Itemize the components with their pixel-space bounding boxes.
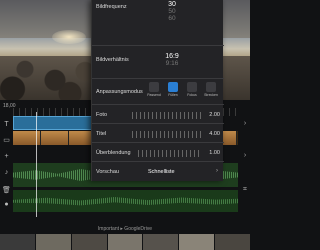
chevron-right-icon[interactable]: › xyxy=(240,120,250,127)
media-thumbnail[interactable] xyxy=(143,234,179,250)
crossfade-row: Überblendung 1.00 xyxy=(92,144,224,162)
chevron-right-icon: › xyxy=(216,168,218,174)
fit-mode-stretch[interactable]: Strecken xyxy=(204,82,218,97)
add-icon[interactable]: + xyxy=(2,152,11,161)
fit-mode-label: Anpassungsmodus xyxy=(96,89,143,95)
chevron-right-icon[interactable]: › xyxy=(240,152,250,159)
video-icon[interactable]: ▭ xyxy=(2,136,11,145)
text-icon[interactable]: T xyxy=(2,120,11,129)
frame-rate-row: Bildfrequenz 30 50 60 xyxy=(92,0,224,46)
frame-rate-option[interactable]: 60 xyxy=(142,15,202,22)
video-thumbnail xyxy=(41,131,69,145)
preview-sun xyxy=(52,30,86,44)
crossfade-slider[interactable] xyxy=(138,150,202,157)
media-thumbnail[interactable] xyxy=(179,234,215,250)
frame-rate-picker[interactable]: 30 50 60 xyxy=(142,1,202,22)
trash-icon[interactable]: 🗑 xyxy=(2,186,11,195)
media-thumbnail[interactable] xyxy=(215,234,251,250)
aspect-ratio-option[interactable]: 9:16 xyxy=(142,60,202,67)
media-thumbnail[interactable] xyxy=(71,234,107,250)
fit-mode-fill[interactable]: Füllen xyxy=(166,82,180,97)
media-thumbnail[interactable] xyxy=(107,234,143,250)
photo-duration-row: Foto 2.00 xyxy=(92,106,224,124)
fill-icon xyxy=(168,82,178,92)
aspect-ratio-label: Bildverhältnis xyxy=(96,57,129,63)
title-clip[interactable] xyxy=(13,116,95,130)
stretch-icon xyxy=(206,82,216,92)
photo-duration-value: 2.00 xyxy=(209,112,220,118)
aspect-ratio-picker[interactable]: 16:9 9:16 xyxy=(142,53,202,67)
title-duration-row: Titel 4.00 xyxy=(92,125,224,143)
frame-rate-option[interactable]: 50 xyxy=(142,8,202,15)
crossfade-label: Überblendung xyxy=(96,150,131,156)
crossfade-value: 1.00 xyxy=(209,150,220,156)
frame-rate-label: Bildfrequenz xyxy=(96,4,127,10)
title-duration-slider[interactable] xyxy=(132,131,202,138)
frame-rate-selected[interactable]: 30 xyxy=(168,1,176,8)
photo-label: Foto xyxy=(96,112,108,118)
audio-waveform xyxy=(13,197,238,206)
media-browser[interactable] xyxy=(0,234,251,250)
title-duration-value: 4.00 xyxy=(209,131,220,137)
music-icon[interactable]: ♪ xyxy=(2,168,11,177)
preview-row[interactable]: Vorschau Schnelliste › xyxy=(92,163,224,181)
audio-track-secondary[interactable] xyxy=(13,190,238,212)
focus-icon xyxy=(187,82,197,92)
photo-duration-slider[interactable] xyxy=(132,112,202,119)
fit-mode-fit[interactable]: Passend xyxy=(147,82,161,97)
aspect-ratio-selected[interactable]: 16:9 xyxy=(165,53,179,60)
fit-mode-focus[interactable]: Fokus xyxy=(185,82,199,97)
crop-icon[interactable]: ⌗ xyxy=(240,186,250,194)
project-settings-panel: Bildfrequenz 30 50 60 Bildverhältnis 16:… xyxy=(91,0,224,181)
aspect-ratio-row: Bildverhältnis 16:9 9:16 xyxy=(92,47,224,79)
mic-icon[interactable]: ● xyxy=(2,200,11,209)
media-thumbnail[interactable] xyxy=(35,234,71,250)
preview-value: Schnelliste xyxy=(148,169,175,175)
media-thumbnail[interactable] xyxy=(0,234,35,250)
fit-icon xyxy=(149,82,159,92)
preview-label: Vorschau xyxy=(96,169,119,175)
title-label: Titel xyxy=(96,131,107,137)
footer-path: Important ▸ GoogleDrive xyxy=(97,226,153,232)
playhead[interactable] xyxy=(36,112,37,217)
